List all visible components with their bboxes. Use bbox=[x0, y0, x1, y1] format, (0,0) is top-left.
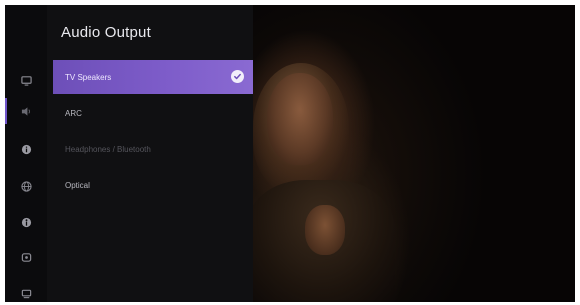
option-headphones: Headphones / Bluetooth bbox=[53, 132, 253, 166]
system-icon bbox=[21, 289, 31, 298]
sidebar-item-system[interactable] bbox=[5, 281, 47, 302]
panel-title: Audio Output bbox=[61, 24, 151, 41]
check-icon bbox=[231, 70, 244, 83]
sidebar-item-display[interactable] bbox=[5, 245, 47, 269]
option-optical[interactable]: Optical bbox=[53, 168, 253, 202]
tv-screen: Audio Output TV Speakers ARC Headphones … bbox=[5, 5, 575, 302]
sound-icon bbox=[21, 106, 30, 116]
accessibility-icon bbox=[21, 217, 31, 227]
audio-output-panel: Audio Output TV Speakers ARC Headphones … bbox=[47, 5, 253, 302]
option-tv-speakers[interactable]: TV Speakers bbox=[53, 60, 253, 94]
sidebar-item-sound[interactable] bbox=[5, 99, 47, 123]
network-icon bbox=[20, 180, 32, 192]
person-face bbox=[267, 73, 333, 165]
settings-sidebar bbox=[5, 5, 47, 302]
picture-icon bbox=[20, 75, 32, 86]
option-label: Headphones / Bluetooth bbox=[65, 144, 151, 154]
option-label: ARC bbox=[65, 108, 82, 118]
sidebar-item-accessibility[interactable] bbox=[5, 210, 47, 234]
option-label: TV Speakers bbox=[65, 72, 112, 82]
option-arc[interactable]: ARC bbox=[53, 96, 253, 130]
person-hand bbox=[305, 205, 345, 255]
sidebar-item-info[interactable] bbox=[5, 137, 47, 161]
option-label: Optical bbox=[65, 180, 90, 190]
info-icon bbox=[21, 144, 31, 154]
sidebar-item-network[interactable] bbox=[5, 174, 47, 198]
sidebar-item-picture[interactable] bbox=[5, 68, 47, 92]
display-icon bbox=[21, 252, 31, 262]
